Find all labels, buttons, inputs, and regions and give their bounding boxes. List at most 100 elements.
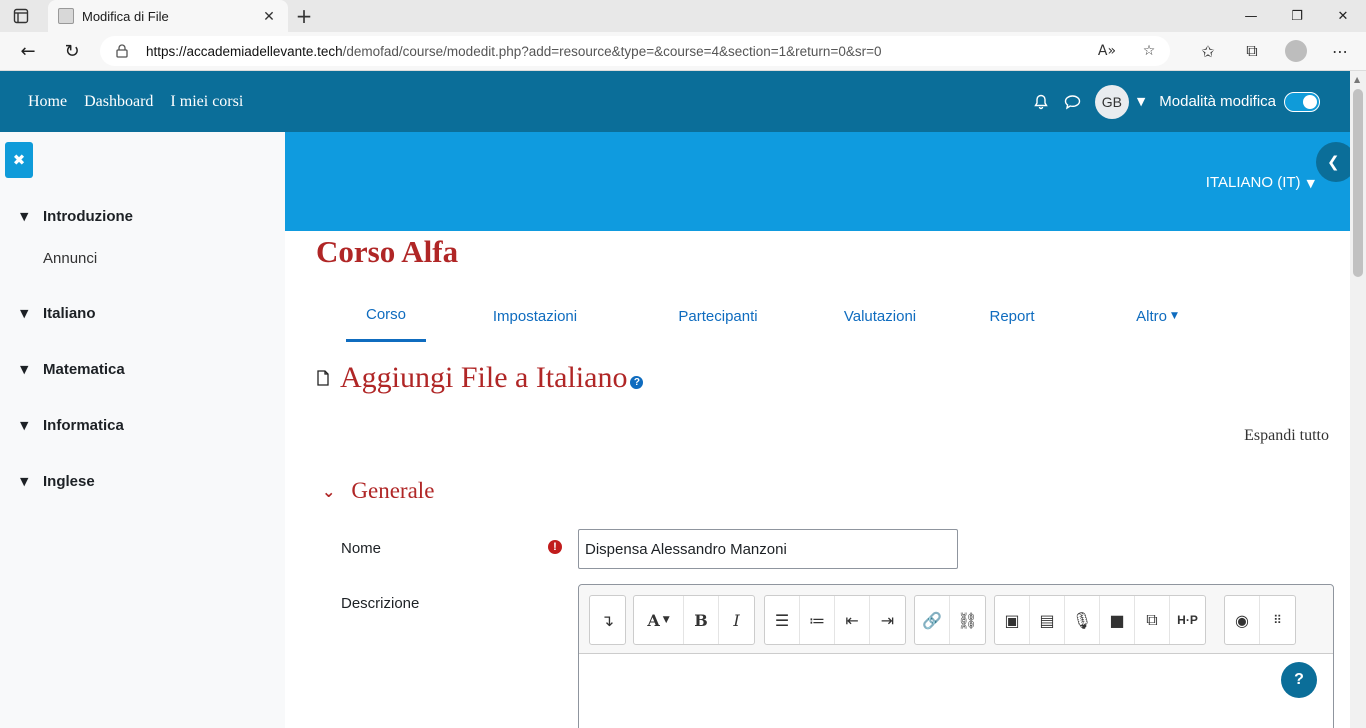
tab-title: Modifica di File — [82, 8, 169, 24]
user-menu-chevron-down-icon[interactable]: ▼ — [1137, 95, 1145, 108]
chevron-down-icon: ▼ — [20, 475, 29, 488]
course-section-label: Introduzione — [43, 208, 133, 225]
user-avatar[interactable]: GB — [1094, 84, 1129, 119]
nav-dashboard-link[interactable]: Dashboard — [84, 93, 153, 111]
expand-all-link[interactable]: Espandi tutto — [1244, 427, 1329, 445]
page-title: Aggiungi File a Italiano — [340, 361, 628, 394]
description-label: Descrizione — [341, 595, 420, 612]
link-icon[interactable]: 🔗 — [915, 596, 950, 644]
edit-mode-label: Modalità modifica — [1159, 93, 1276, 110]
toolbar-group-accessibility: ◉ ⠿ — [1224, 595, 1296, 645]
screenreader-helper-icon[interactable]: ⠿ — [1260, 596, 1295, 644]
window-controls: — ❐ ✕ — [1228, 0, 1366, 32]
course-section-label: Italiano — [43, 305, 96, 322]
edit-mode-toggle[interactable] — [1284, 91, 1320, 112]
course-index-drawer: ✖ ▼ Introduzione Annunci ▼ Italiano ▼ Ma… — [0, 132, 285, 728]
course-section-label: Matematica — [43, 361, 125, 378]
chevron-down-icon: ▼ — [20, 419, 29, 432]
toolbar-group-lists: ☰ ≔ ⇤ ⇥ — [764, 595, 906, 645]
italic-icon[interactable]: I — [719, 596, 754, 644]
accessibility-checker-icon[interactable]: ◉ — [1225, 596, 1260, 644]
outdent-icon[interactable]: ⇤ — [835, 596, 870, 644]
tab-partecipanti[interactable]: Partecipanti — [648, 290, 788, 342]
help-icon[interactable]: ? — [630, 375, 644, 389]
add-favorite-icon[interactable]: ☆ — [1128, 43, 1170, 59]
chevron-down-icon: ▼ — [1306, 177, 1315, 190]
course-activity-annunci[interactable]: Annunci — [43, 250, 97, 267]
fieldset-title: Generale — [351, 478, 435, 503]
h5p-icon[interactable]: H·P — [1170, 596, 1205, 644]
language-label: ITALIANO (IT) — [1205, 174, 1301, 191]
profile-icon[interactable] — [1285, 40, 1307, 62]
collections-icon[interactable]: ⧉ — [1230, 38, 1274, 64]
image-icon[interactable]: ▣ — [995, 596, 1030, 644]
toolbar-group-collapse: ↴ — [589, 595, 626, 645]
toolbar-group-media: ▣ ▤ 🎙 ■ ⧉ H·P — [994, 595, 1206, 645]
course-section-introduzione[interactable]: ▼ Introduzione — [20, 208, 133, 225]
fieldset-generale-header[interactable]: ⌄ Generale — [322, 478, 434, 504]
tab-actions-icon[interactable] — [12, 7, 30, 25]
toolbar-group-style: A ▼ B I — [633, 595, 755, 645]
close-drawer-button[interactable]: ✖ — [5, 142, 33, 178]
toolbar-group-links: 🔗 ⛓ — [914, 595, 986, 645]
show-more-buttons-icon[interactable]: ↴ — [590, 596, 625, 644]
chevron-down-icon: ▼ — [20, 307, 29, 320]
nav-my-courses-link[interactable]: I miei corsi — [170, 93, 243, 111]
secondary-navigation: Corso Impostazioni Partecipanti Valutazi… — [346, 290, 1202, 342]
tab-valutazioni[interactable]: Valutazioni — [824, 290, 936, 342]
name-label: Nome — [341, 540, 382, 557]
messages-icon[interactable] — [1063, 92, 1083, 112]
page-scrollbar[interactable]: ▲ — [1350, 71, 1366, 728]
url-host: https://accademiadellevante.tech — [146, 43, 343, 59]
close-window-icon[interactable]: ✕ — [1320, 0, 1366, 32]
tab-altro-label: Altro — [1136, 307, 1167, 325]
tab-corso[interactable]: Corso — [346, 290, 426, 342]
scroll-up-icon[interactable]: ▲ — [1354, 75, 1360, 84]
url-field[interactable]: https://accademiadellevante.tech/demofad… — [100, 36, 1170, 66]
course-section-label: Inglese — [43, 473, 95, 490]
language-menu[interactable]: ITALIANO (IT) ▼ — [1206, 174, 1315, 191]
nav-home-link[interactable]: Home — [28, 93, 67, 111]
moodle-favicon-icon — [58, 8, 74, 24]
close-tab-icon[interactable]: ✕ — [260, 8, 278, 25]
more-icon[interactable]: ⋯ — [1318, 38, 1362, 64]
editor-help-button[interactable]: ? — [1281, 662, 1317, 698]
tab-impostazioni[interactable]: Impostazioni — [466, 290, 604, 342]
new-tab-button[interactable]: + — [292, 4, 316, 28]
back-icon[interactable]: ← — [17, 40, 39, 62]
course-section-inglese[interactable]: ▼ Inglese — [20, 473, 95, 490]
maximize-icon[interactable]: ❐ — [1274, 0, 1320, 32]
media-icon[interactable]: ▤ — [1030, 596, 1065, 644]
indent-icon[interactable]: ⇥ — [870, 596, 905, 644]
course-section-informatica[interactable]: ▼ Informatica — [20, 417, 124, 434]
browser-tab[interactable]: Modifica di File ✕ — [48, 0, 288, 32]
course-section-italiano[interactable]: ▼ Italiano — [20, 305, 96, 322]
favorites-icon[interactable]: ✩ — [1186, 38, 1230, 64]
top-navbar: Home Dashboard I miei corsi GB ▼ Modalit… — [0, 71, 1350, 132]
record-video-icon[interactable]: ■ — [1100, 596, 1135, 644]
tab-altro[interactable]: Altro ▼ — [1112, 290, 1202, 342]
unordered-list-icon[interactable]: ☰ — [765, 596, 800, 644]
manage-files-icon[interactable]: ⧉ — [1135, 596, 1170, 644]
chevron-down-icon: ▼ — [20, 363, 29, 376]
unlink-icon[interactable]: ⛓ — [950, 596, 985, 644]
browser-address-bar: ← ↻ https://accademiadellevante.tech/dem… — [0, 32, 1366, 71]
ordered-list-icon[interactable]: ≔ — [800, 596, 835, 644]
editor-toolbar: ↴ A ▼ B I ☰ ≔ ⇤ ⇥ 🔗 ⛓ ▣ ▤ 🎙 ■ ⧉ H·P ◉ ⠿ — [579, 585, 1333, 654]
bold-icon[interactable]: B — [684, 596, 719, 644]
browser-tab-bar: Modifica di File ✕ + — ❐ ✕ — [0, 0, 1366, 32]
scrollbar-thumb[interactable] — [1353, 89, 1363, 277]
reload-icon[interactable]: ↻ — [61, 40, 83, 62]
read-aloud-icon[interactable]: A» — [1086, 43, 1128, 59]
required-icon: ! — [548, 540, 562, 554]
notifications-bell-icon[interactable] — [1031, 92, 1051, 112]
minimize-icon[interactable]: — — [1228, 0, 1274, 32]
course-section-matematica[interactable]: ▼ Matematica — [20, 361, 125, 378]
lock-icon — [116, 44, 130, 58]
description-editor: ↴ A▼ B I ☰ ≔ ⇤ ⇥ 🔗 ⛓ ▣ ▤ 🎙 ■ ⧉ H·P ◉ ⠿ — [578, 584, 1334, 728]
course-header-banner: ITALIANO (IT) ▼ — [285, 132, 1350, 231]
paragraph-styles-icon[interactable]: A ▼ — [634, 596, 684, 644]
name-input[interactable] — [578, 529, 958, 569]
tab-report[interactable]: Report — [968, 290, 1056, 342]
record-audio-icon[interactable]: 🎙 — [1065, 596, 1100, 644]
